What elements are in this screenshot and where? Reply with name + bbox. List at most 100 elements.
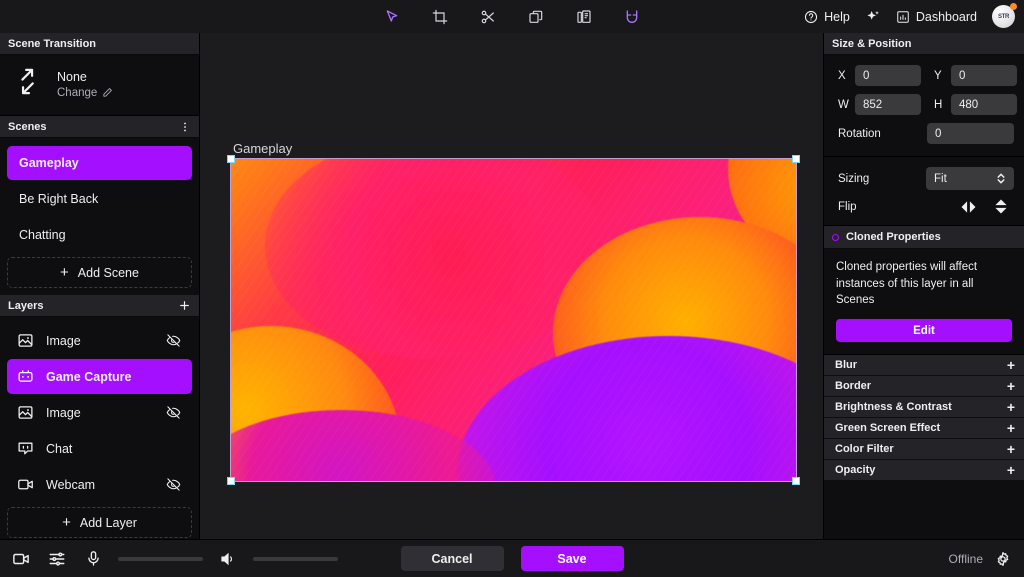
add-scene-label: Add Scene: [77, 265, 139, 280]
filter-label: Green Screen Effect: [835, 422, 941, 435]
scene-label: Chatting: [19, 228, 66, 242]
circle-outline-icon: [832, 233, 839, 241]
magnet-tool-button[interactable]: [619, 5, 645, 29]
scene-label: Be Right Back: [19, 192, 99, 206]
w-label: W: [838, 98, 849, 111]
layers-tool-button[interactable]: [571, 5, 597, 29]
height-input[interactable]: [951, 94, 1017, 115]
plus-icon: +: [1006, 378, 1015, 395]
canvas-preview-area[interactable]: Gameplay: [200, 33, 824, 539]
plus-icon: +: [62, 514, 71, 531]
y-input[interactable]: [951, 65, 1017, 86]
plus-icon: +: [1006, 420, 1015, 437]
layer-label: Image: [46, 405, 81, 420]
cloned-properties-body: Cloned properties will affect instances …: [824, 249, 1024, 356]
size-position-header-label: Size & Position: [832, 37, 912, 50]
cut-tool-button[interactable]: [475, 5, 501, 29]
layer-visibility-toggle-hidden[interactable]: [165, 477, 181, 492]
transition-text: None Change: [57, 70, 113, 99]
sizing-select[interactable]: Fit: [926, 167, 1014, 190]
width-input[interactable]: [855, 94, 921, 115]
avatar[interactable]: STR: [992, 3, 1017, 28]
settings-button[interactable]: [992, 551, 1014, 567]
video-camera-icon: [17, 476, 39, 493]
filter-row-brightness-contrast[interactable]: Brightness & Contrast +: [824, 397, 1024, 419]
plus-icon: +: [1006, 441, 1015, 458]
add-scene-button[interactable]: + Add Scene: [7, 257, 192, 288]
sizing-section: Sizing Fit Flip: [824, 157, 1024, 226]
layer-visibility-toggle-hidden[interactable]: [165, 333, 181, 348]
transition-arrows-icon: [14, 66, 45, 102]
cloned-edit-button[interactable]: Edit: [836, 319, 1012, 343]
layer-label: Image: [46, 333, 81, 348]
plus-icon: [180, 301, 189, 310]
resize-handle-bottom-right[interactable]: [792, 477, 800, 485]
scene-item-be-right-back[interactable]: Be Right Back: [7, 182, 192, 216]
layer-item-image-1[interactable]: Image: [7, 323, 192, 358]
plus-icon: +: [1006, 357, 1015, 374]
transition-name: None: [57, 69, 87, 84]
scenes-header: Scenes: [0, 116, 199, 138]
layer-label: Webcam: [46, 477, 96, 492]
cancel-button[interactable]: Cancel: [400, 546, 504, 571]
resize-handle-top-right[interactable]: [792, 155, 800, 163]
filter-row-green-screen-effect[interactable]: Green Screen Effect +: [824, 418, 1024, 440]
crop-tool-button[interactable]: [427, 5, 453, 29]
rotation-input[interactable]: [927, 123, 1014, 144]
app-root: Help Dashboard STR Scene Transition None…: [0, 0, 1024, 577]
filter-label: Brightness & Contrast: [835, 401, 952, 414]
cloned-properties-header-label: Cloned Properties: [846, 231, 941, 243]
add-layer-label: Add Layer: [79, 515, 137, 530]
add-layer-button[interactable]: + Add Layer: [7, 507, 192, 538]
scenes-list: Gameplay Be Right Back Chatting + Add Sc…: [0, 138, 199, 295]
transition-change-label: Change: [57, 86, 98, 99]
layer-item-chat[interactable]: Chat: [7, 431, 192, 466]
transition-change-button[interactable]: Change: [57, 87, 113, 99]
cloned-properties-header: Cloned Properties: [824, 226, 1024, 249]
sparkle-button[interactable]: [865, 9, 881, 25]
kebab-menu-icon: [184, 122, 186, 131]
scene-item-gameplay[interactable]: Gameplay: [7, 146, 192, 180]
gear-icon: [997, 551, 1009, 566]
flip-horizontal-icon[interactable]: [960, 200, 977, 214]
layer-visibility-toggle-hidden[interactable]: [165, 405, 181, 420]
chevron-updown-icon: [996, 172, 1006, 185]
flip-vertical-icon[interactable]: [994, 198, 1008, 215]
layer-item-game-capture[interactable]: Game Capture: [7, 359, 192, 394]
scene-item-chatting[interactable]: Chatting: [7, 218, 192, 252]
flip-label: Flip: [838, 200, 857, 213]
canvas-selection-frame[interactable]: [227, 155, 800, 485]
gradient-streaks: [231, 159, 796, 481]
chat-bubble-icon: [17, 440, 39, 457]
layer-item-webcam[interactable]: Webcam: [7, 467, 192, 502]
scenes-menu-button[interactable]: [179, 121, 191, 133]
resize-handle-top-left[interactable]: [227, 155, 235, 163]
filter-row-opacity[interactable]: Opacity +: [824, 460, 1024, 482]
dashboard-button[interactable]: Dashboard: [896, 10, 977, 24]
bottom-bar-right-group: Offline: [949, 551, 1014, 567]
layers-header: Layers: [0, 295, 199, 317]
status-badge: Offline: [948, 551, 983, 566]
x-input[interactable]: [855, 65, 921, 86]
wh-row: W H: [838, 94, 1017, 115]
filter-row-color-filter[interactable]: Color Filter +: [824, 439, 1024, 461]
select-tool-button[interactable]: [379, 5, 405, 29]
filter-row-border[interactable]: Border +: [824, 376, 1024, 398]
pencil-icon: [103, 88, 113, 97]
filter-row-blur[interactable]: Blur +: [824, 355, 1024, 377]
sizing-selected-value: Fit: [934, 172, 947, 185]
help-label: Help: [824, 9, 850, 24]
sizing-label: Sizing: [838, 172, 870, 185]
resize-handle-bottom-left[interactable]: [227, 477, 235, 485]
duplicate-tool-button[interactable]: [523, 5, 549, 29]
help-button[interactable]: Help: [804, 10, 850, 24]
xy-row: X Y: [838, 65, 1017, 86]
save-button[interactable]: Save: [520, 546, 624, 571]
layer-item-image-2[interactable]: Image: [7, 395, 192, 430]
add-layer-icon-button[interactable]: [178, 299, 191, 312]
canvas-preview-image[interactable]: [230, 158, 797, 482]
eye-off-icon: [166, 334, 180, 347]
bottom-bar-actions: Cancel Save: [0, 546, 1024, 571]
eye-off-icon: [166, 478, 180, 491]
size-position-body: X Y W H: [824, 55, 1024, 157]
